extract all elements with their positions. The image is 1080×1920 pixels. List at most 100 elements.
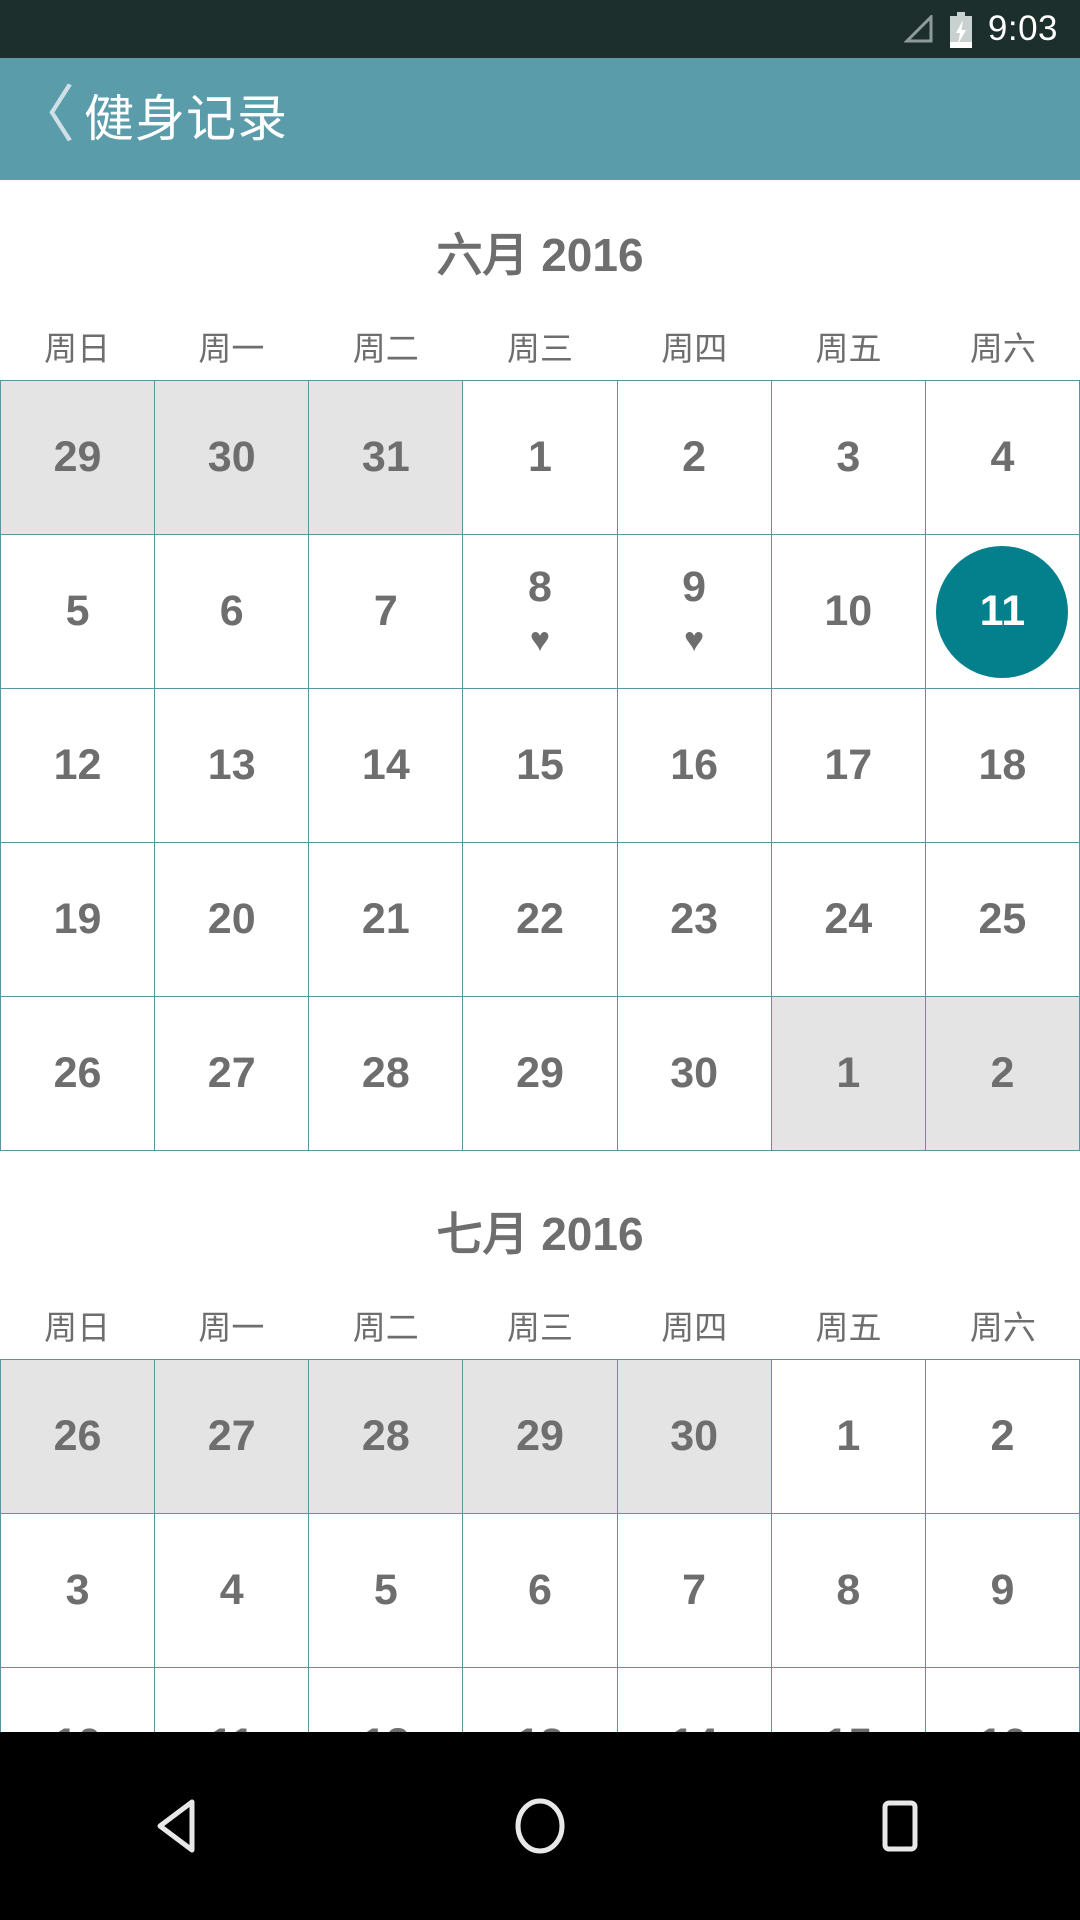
day-cell[interactable]: 13 bbox=[463, 1668, 618, 1732]
weekday-label: 周日 bbox=[44, 329, 111, 367]
week-row: 26 27 28 29 30 1 2 bbox=[0, 997, 1080, 1151]
day-cell[interactable]: 2 bbox=[925, 997, 1080, 1151]
day-cell[interactable]: 29 bbox=[463, 997, 618, 1151]
day-cell[interactable]: 28 bbox=[309, 997, 464, 1151]
day-number: 31 bbox=[361, 433, 410, 481]
day-cell[interactable]: 19 bbox=[0, 843, 156, 997]
day-number: 8 bbox=[528, 563, 552, 611]
day-number: 17 bbox=[824, 741, 873, 789]
day-cell[interactable]: 30 bbox=[617, 997, 772, 1151]
day-number: 24 bbox=[824, 895, 873, 943]
day-cell[interactable]: 1 bbox=[771, 997, 926, 1151]
weekday-label: 周日 bbox=[44, 1308, 111, 1346]
day-cell[interactable]: 6 bbox=[463, 1514, 618, 1668]
day-cell[interactable]: 14 bbox=[617, 1668, 772, 1732]
day-cell[interactable]: 31 bbox=[309, 381, 464, 535]
day-cell[interactable]: 23 bbox=[617, 843, 772, 997]
day-cell[interactable]: 27 bbox=[155, 997, 310, 1151]
day-cell[interactable]: 22 bbox=[463, 843, 618, 997]
weekday-label: 周二 bbox=[352, 329, 419, 367]
day-cell[interactable]: 10 bbox=[0, 1668, 156, 1732]
app-root: 9:03 〈 健身记录 六月 2016 周日 周一 周二 周三 周四 周五 周六 29 30 31 1… bbox=[0, 0, 1080, 1920]
day-cell[interactable]: 21 bbox=[309, 843, 464, 997]
day-cell[interactable]: 16 bbox=[925, 1668, 1080, 1732]
action-bar: 〈 健身记录 bbox=[0, 58, 1080, 180]
weekday-label: 周一 bbox=[198, 329, 265, 367]
day-cell[interactable]: 29 bbox=[463, 1360, 618, 1514]
week-row: 12 13 14 15 16 17 18 bbox=[0, 689, 1080, 843]
day-cell[interactable]: 25 bbox=[925, 843, 1080, 997]
weekday-label: 周五 bbox=[815, 1308, 882, 1346]
calendar-scroll-area[interactable]: 六月 2016 周日 周一 周二 周三 周四 周五 周六 29 30 31 1 2 3 4 5 6 7 8 ♥ 9 ♥ 10… bbox=[0, 180, 1080, 1732]
day-cell[interactable]: 7 bbox=[309, 535, 464, 689]
day-cell[interactable]: 8 ♥ bbox=[463, 535, 618, 689]
day-cell[interactable]: 24 bbox=[771, 843, 926, 997]
day-cell[interactable]: 12 bbox=[0, 689, 156, 843]
day-cell[interactable]: 8 bbox=[771, 1514, 926, 1668]
day-cell[interactable]: 2 bbox=[617, 381, 772, 535]
day-number: 16 bbox=[670, 741, 719, 789]
day-number: 28 bbox=[361, 1049, 410, 1097]
week-row: 3 4 5 6 7 8 9 bbox=[0, 1514, 1080, 1668]
day-number: 5 bbox=[65, 587, 90, 635]
day-cell[interactable]: 27 bbox=[155, 1360, 310, 1514]
day-cell[interactable]: 2 bbox=[925, 1360, 1080, 1514]
day-cell[interactable]: 9 ♥ bbox=[617, 535, 772, 689]
day-cell[interactable]: 3 bbox=[771, 381, 926, 535]
nav-recents-square-icon[interactable] bbox=[840, 1766, 960, 1886]
day-number: 29 bbox=[516, 1049, 564, 1097]
day-cell[interactable]: 1 bbox=[463, 381, 618, 535]
month-title: 七月 2016 bbox=[436, 1208, 644, 1260]
day-cell[interactable]: 7 bbox=[617, 1514, 772, 1668]
day-cell[interactable]: 14 bbox=[309, 689, 464, 843]
day-number: 27 bbox=[207, 1412, 256, 1460]
day-cell[interactable]: 30 bbox=[617, 1360, 772, 1514]
day-cell[interactable]: 17 bbox=[771, 689, 926, 843]
day-cell[interactable]: 29 bbox=[0, 381, 156, 535]
day-number: 2 bbox=[990, 1412, 1015, 1460]
day-cell[interactable]: 9 bbox=[925, 1514, 1080, 1668]
day-cell[interactable]: 5 bbox=[309, 1514, 464, 1668]
day-cell[interactable]: 16 bbox=[617, 689, 772, 843]
month-grid: 29 30 31 1 2 3 4 5 6 7 8 ♥ 9 ♥ 10 11 12 13 14 15 16 17 18 19 20 2… bbox=[0, 380, 1080, 1151]
weekday-label: 周三 bbox=[506, 1308, 573, 1346]
day-cell[interactable]: 26 bbox=[0, 1360, 156, 1514]
day-number: 1 bbox=[836, 1049, 861, 1097]
day-cell[interactable]: 3 bbox=[0, 1514, 156, 1668]
nav-home-circle-icon[interactable] bbox=[480, 1766, 600, 1886]
day-number: 2 bbox=[990, 1049, 1015, 1097]
day-cell[interactable]: 15 bbox=[771, 1668, 926, 1732]
day-number: 7 bbox=[373, 587, 398, 635]
day-number: 7 bbox=[682, 1566, 707, 1614]
back-chevron-icon[interactable]: 〈 bbox=[13, 79, 75, 159]
day-number: 28 bbox=[361, 1412, 410, 1460]
day-cell[interactable]: 4 bbox=[155, 1514, 310, 1668]
day-cell[interactable]: 1 bbox=[771, 1360, 926, 1514]
day-cell[interactable]: 12 bbox=[309, 1668, 464, 1732]
day-number: 21 bbox=[361, 895, 410, 943]
day-number: 10 bbox=[824, 587, 873, 635]
day-cell[interactable]: 4 bbox=[925, 381, 1080, 535]
nav-back-triangle-icon[interactable] bbox=[120, 1766, 240, 1886]
day-number: 4 bbox=[219, 1566, 244, 1614]
weekday-label: 周五 bbox=[815, 329, 882, 367]
day-cell[interactable]: 18 bbox=[925, 689, 1080, 843]
day-cell[interactable]: 15 bbox=[463, 689, 618, 843]
day-cell[interactable]: 28 bbox=[309, 1360, 464, 1514]
day-cell[interactable]: 6 bbox=[155, 535, 310, 689]
day-number: 18 bbox=[978, 741, 1027, 789]
weekday-header-row: 周日 周一 周二 周三 周四 周五 周六 bbox=[0, 1295, 1080, 1359]
week-row: 10 11 12 13 14 15 16 bbox=[0, 1668, 1080, 1732]
day-number: 14 bbox=[361, 741, 410, 789]
system-navigation-bar bbox=[0, 1732, 1080, 1920]
day-cell[interactable]: 30 bbox=[155, 381, 310, 535]
day-cell[interactable]: 26 bbox=[0, 997, 156, 1151]
month-title: 六月 2016 bbox=[436, 229, 644, 281]
day-cell-selected[interactable]: 11 bbox=[925, 535, 1080, 689]
day-cell[interactable]: 20 bbox=[155, 843, 310, 997]
week-row: 19 20 21 22 23 24 25 bbox=[0, 843, 1080, 997]
day-cell[interactable]: 13 bbox=[155, 689, 310, 843]
day-cell[interactable]: 5 bbox=[0, 535, 156, 689]
day-cell[interactable]: 11 bbox=[155, 1668, 310, 1732]
day-cell[interactable]: 10 bbox=[771, 535, 926, 689]
